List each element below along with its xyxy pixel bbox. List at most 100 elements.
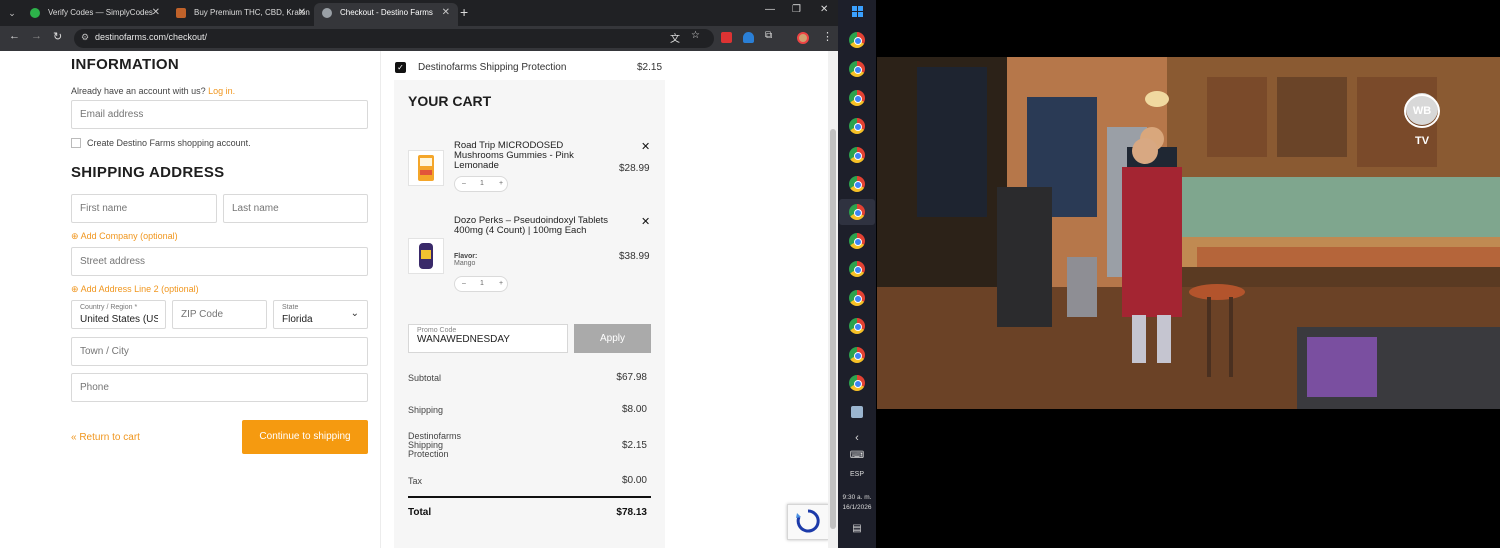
clock-time[interactable]: 9:30 a. m.	[838, 494, 876, 501]
account-prompt: Already have an account with us? Log in.	[71, 86, 235, 96]
menu-kebab-icon[interactable]: ⋮	[822, 30, 833, 43]
last-name-placeholder: Last name	[232, 203, 279, 214]
create-account-checkbox[interactable]	[71, 138, 81, 148]
quantity-stepper[interactable]: – 1 +	[454, 176, 508, 192]
close-tab-icon[interactable]: ✕	[298, 3, 306, 22]
add-company-label: Add Company (optional)	[80, 231, 178, 241]
chrome-icon[interactable]	[849, 32, 865, 48]
puzzle-extensions-icon[interactable]: ⧉	[765, 30, 772, 41]
wbtv-logo: WB TV	[1404, 94, 1440, 147]
windows-start-icon[interactable]	[852, 6, 864, 18]
chrome-icon[interactable]	[849, 147, 865, 163]
chrome-icon[interactable]	[849, 176, 865, 192]
plus-icon[interactable]: +	[499, 280, 503, 287]
phone-field[interactable]: Phone	[71, 373, 368, 402]
forward-icon[interactable]: →	[31, 30, 42, 42]
scrollbar-thumb[interactable]	[830, 129, 836, 529]
page-scrollbar[interactable]	[828, 51, 838, 548]
quantity-value[interactable]: 1	[480, 280, 484, 287]
chrome-icon[interactable]	[849, 61, 865, 77]
page-viewport: INFORMATION Already have an account with…	[0, 51, 838, 548]
account-prompt-text: Already have an account with us?	[71, 86, 206, 96]
chrome-icon[interactable]	[849, 118, 865, 134]
street-address-field[interactable]: Street address	[71, 247, 368, 276]
last-name-field[interactable]: Last name	[223, 194, 368, 223]
column-divider	[380, 51, 381, 548]
profile-avatar[interactable]	[797, 32, 809, 44]
site-info-icon[interactable]: ⚙	[81, 32, 89, 43]
remove-item-icon[interactable]: ✕	[641, 215, 650, 228]
close-tab-icon[interactable]: ✕	[442, 3, 450, 22]
cart-title: YOUR CART	[408, 93, 492, 109]
file-app-icon[interactable]	[851, 406, 863, 418]
bookmark-star-icon[interactable]: ☆	[691, 30, 700, 41]
translate-icon[interactable]: 文	[670, 30, 680, 45]
shipping-protection-price: $2.15	[637, 62, 663, 73]
clock-date[interactable]: 16/1/2026	[838, 504, 876, 511]
minus-icon[interactable]: –	[462, 180, 466, 187]
notifications-icon[interactable]: ▤	[838, 523, 876, 534]
shipping-protection-label: Destinofarms Shipping Protection	[418, 62, 567, 73]
chrome-icon[interactable]	[849, 261, 865, 277]
product-image-tablets[interactable]	[408, 238, 444, 274]
chrome-icon[interactable]	[849, 90, 865, 106]
language-indicator[interactable]: ESP	[838, 471, 876, 478]
chrome-icon[interactable]	[849, 318, 865, 334]
new-tab-icon[interactable]: +	[460, 4, 468, 20]
close-tab-icon[interactable]: ✕	[152, 3, 160, 22]
keyboard-icon[interactable]: ⌨	[838, 450, 876, 461]
back-icon[interactable]: ←	[9, 30, 20, 42]
shipping-value: $8.00	[621, 404, 647, 415]
continue-to-shipping-button[interactable]: Continue to shipping	[242, 420, 368, 454]
restore-icon[interactable]: ❐	[792, 4, 801, 15]
chrome-icon[interactable]	[849, 233, 865, 249]
reload-icon[interactable]: ↻	[53, 30, 62, 43]
add-company-link[interactable]: ⊕ Add Company (optional)	[71, 231, 178, 242]
add-address-line2-label: Add Address Line 2 (optional)	[80, 284, 199, 294]
first-name-field[interactable]: First name	[71, 194, 217, 223]
tab-title: Verify Codes — SimplyCodes	[48, 8, 153, 17]
show-hidden-icons-chevron-icon[interactable]: ‹	[838, 432, 876, 444]
return-to-cart-link[interactable]: « Return to cart	[71, 432, 140, 443]
chrome-icon[interactable]	[849, 347, 865, 363]
chrome-icon[interactable]	[849, 375, 865, 391]
zip-placeholder: ZIP Code	[181, 309, 224, 320]
url-text[interactable]: destinofarms.com/checkout/	[95, 32, 207, 42]
video-player[interactable]: WB TV	[877, 57, 1500, 409]
quantity-stepper[interactable]: – 1 +	[454, 276, 508, 292]
promo-label: Promo Code	[417, 327, 457, 334]
apply-promo-button[interactable]: Apply	[574, 324, 651, 353]
country-value: United States (US)	[80, 314, 158, 325]
plus-icon[interactable]: +	[499, 180, 503, 187]
chrome-icon[interactable]	[849, 290, 865, 306]
create-account-label: Create Destino Farms shopping account.	[87, 138, 251, 148]
quantity-value[interactable]: 1	[480, 180, 484, 187]
add-address-line2-link[interactable]: ⊕ Add Address Line 2 (optional)	[71, 284, 199, 295]
minus-icon[interactable]: –	[462, 280, 466, 287]
close-window-icon[interactable]: ✕	[820, 4, 828, 15]
tab-buy-premium[interactable]: Buy Premium THC, CBD, Kraton ✕	[168, 3, 314, 26]
tab-simplycodes[interactable]: Verify Codes — SimplyCodes ✕	[22, 3, 168, 26]
shipping-label: Shipping	[408, 405, 444, 415]
email-field[interactable]: Email address	[71, 100, 368, 129]
shield-extension-icon[interactable]	[743, 32, 754, 43]
subtotal-label: Subtotal	[408, 373, 442, 383]
tab-search-icon[interactable]: ⌄	[4, 5, 20, 21]
chrome-icon[interactable]	[849, 204, 865, 220]
login-link[interactable]: Log in.	[208, 86, 235, 96]
recaptcha-badge[interactable]	[787, 504, 829, 540]
minimize-icon[interactable]: —	[765, 4, 775, 15]
country-select[interactable]: Country / Region * United States (US)	[71, 300, 166, 329]
town-city-field[interactable]: Town / City	[71, 337, 368, 366]
remove-item-icon[interactable]: ✕	[641, 140, 650, 153]
omnibox[interactable]: ⚙ destinofarms.com/checkout/	[74, 29, 714, 48]
tab-checkout[interactable]: Checkout - Destino Farms ✕	[314, 3, 458, 26]
zip-code-field[interactable]: ZIP Code	[172, 300, 267, 329]
promo-code-field[interactable]: Promo Code WANAWEDNESDAY	[408, 324, 568, 353]
town-placeholder: Town / City	[80, 346, 129, 357]
product-price: $28.99	[619, 163, 650, 174]
product-image-gummies[interactable]	[408, 150, 444, 186]
state-select[interactable]: State Florida ⌄	[273, 300, 368, 329]
extension-icon[interactable]	[721, 32, 732, 43]
shipping-protection-checkbox[interactable]: ✓	[395, 62, 406, 73]
